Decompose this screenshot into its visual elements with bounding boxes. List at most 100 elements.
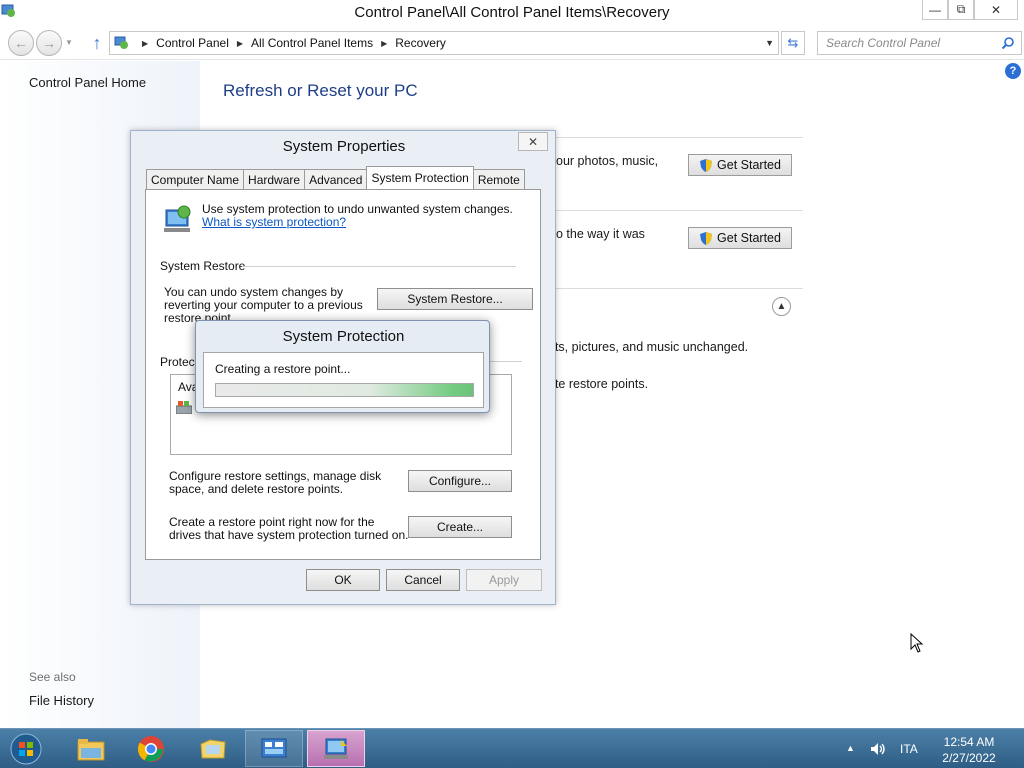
- group-divider: [242, 266, 516, 267]
- refresh-icon: ⇆: [787, 35, 799, 50]
- uac-shield-icon: [700, 158, 713, 172]
- file-history-link[interactable]: File History: [29, 693, 94, 708]
- input-language-indicator[interactable]: ITA: [900, 742, 918, 756]
- tab-hardware[interactable]: Hardware: [243, 169, 306, 189]
- breadcrumb-all-items[interactable]: All Control Panel Items: [251, 36, 373, 50]
- section-divider: [556, 210, 803, 211]
- back-button[interactable]: ←: [8, 30, 34, 56]
- taskbar: ▲ ITA 12:54 AM 2/27/2022: [0, 728, 1024, 768]
- intro-sentence: Use system protection to undo unwanted s…: [202, 202, 513, 216]
- restore-info-text: ete restore points.: [548, 377, 649, 391]
- intro-text: Use system protection to undo unwanted s…: [202, 203, 522, 229]
- reset-get-started-button[interactable]: Get Started: [688, 227, 792, 249]
- section-divider: [556, 137, 803, 138]
- clock-date: 2/27/2022: [942, 751, 996, 765]
- tab-advanced[interactable]: Advanced: [304, 169, 368, 189]
- navigation-bar: ← → ▼ ↑ ▶ Control Panel ▶ All Control Pa…: [0, 28, 1024, 60]
- see-also-heading: See also: [29, 670, 76, 684]
- help-icon[interactable]: ?: [1005, 63, 1021, 79]
- forward-button[interactable]: →: [36, 30, 62, 56]
- breadcrumb-control-panel[interactable]: Control Panel: [156, 36, 229, 50]
- close-button[interactable]: ✕: [974, 0, 1018, 20]
- chevron-right-icon[interactable]: ▶: [142, 39, 148, 48]
- chevron-right-icon[interactable]: ▶: [381, 39, 387, 48]
- back-arrow-icon: ←: [14, 35, 28, 51]
- chrome-icon: [137, 735, 164, 762]
- system-protection-progress-dialog: System Protection Creating a restore poi…: [195, 320, 490, 413]
- control-panel-icon: [114, 36, 128, 49]
- get-started-label: Get Started: [717, 231, 781, 245]
- window-titlebar: Control Panel\All Control Panel Items\Re…: [0, 0, 1024, 28]
- minimize-button[interactable]: —: [922, 0, 948, 20]
- ok-button[interactable]: OK: [306, 569, 380, 591]
- progress-dialog-title: System Protection: [282, 328, 405, 345]
- progress-bar-fill: [216, 384, 473, 396]
- up-arrow-icon: ↑: [92, 32, 102, 53]
- chevron-right-icon[interactable]: ▶: [237, 39, 243, 48]
- start-button[interactable]: [6, 731, 46, 767]
- restore-icon: ⧉: [956, 2, 966, 16]
- folder-icon: [200, 738, 226, 758]
- what-is-system-protection-link[interactable]: What is system protection?: [202, 215, 346, 229]
- system-properties-icon: [324, 738, 348, 759]
- maximize-button[interactable]: ⧉: [948, 0, 974, 20]
- show-hidden-icons-icon[interactable]: ▲: [846, 743, 855, 753]
- breadcrumb-recovery[interactable]: Recovery: [395, 36, 446, 50]
- minimize-icon: —: [929, 2, 941, 17]
- system-restore-button[interactable]: System Restore...: [377, 288, 533, 310]
- refresh-info-text: nts, pictures, and music unchanged.: [548, 340, 749, 354]
- window-title: Control Panel\All Control Panel Items\Re…: [354, 4, 670, 21]
- create-description: Create a restore point right now for the…: [169, 515, 409, 542]
- collapse-section-button[interactable]: ▲: [772, 297, 791, 316]
- reset-description: o the way it was: [556, 227, 645, 241]
- taskbar-chrome[interactable]: [122, 730, 180, 767]
- refresh-button[interactable]: ⇆: [781, 31, 805, 55]
- restore-point-progress-bar: [215, 383, 474, 397]
- control-panel-icon: [261, 738, 287, 757]
- taskbar-folder[interactable]: [184, 730, 242, 767]
- uac-shield-icon: [700, 231, 713, 245]
- taskbar-system-properties[interactable]: [307, 730, 365, 767]
- clock-time: 12:54 AM: [943, 735, 995, 749]
- apply-button[interactable]: Apply: [466, 569, 542, 591]
- system-clock[interactable]: 12:54 AM 2/27/2022: [939, 734, 999, 766]
- tab-computer-name[interactable]: Computer Name: [146, 169, 245, 189]
- dialog-title: System Properties: [282, 138, 406, 155]
- search-icon[interactable]: [1001, 36, 1015, 50]
- page-title: Refresh or Reset your PC: [223, 81, 418, 100]
- section-divider: [556, 288, 803, 289]
- tab-system-protection[interactable]: System Protection: [366, 166, 474, 189]
- tab-remote[interactable]: Remote: [472, 169, 525, 189]
- volume-icon[interactable]: [869, 740, 887, 758]
- windows-logo-icon: [10, 733, 42, 765]
- close-icon: ✕: [527, 134, 539, 149]
- chevron-up-icon: ▲: [776, 301, 787, 312]
- system-protection-icon: [164, 205, 191, 232]
- configure-button[interactable]: Configure...: [408, 470, 512, 492]
- progress-message: Creating a restore point...: [215, 362, 351, 376]
- cancel-button[interactable]: Cancel: [386, 569, 460, 591]
- forward-arrow-icon: →: [42, 35, 56, 51]
- refresh-description: our photos, music,: [556, 154, 659, 168]
- windows-drive-icon: [176, 401, 192, 414]
- address-bar[interactable]: ▶ Control Panel ▶ All Control Panel Item…: [109, 31, 779, 55]
- configure-description: Configure restore settings, manage disk …: [169, 469, 382, 496]
- search-placeholder: Search Control Panel: [826, 36, 941, 50]
- close-icon: ✕: [990, 2, 1002, 17]
- mouse-pointer-icon: [910, 633, 924, 653]
- create-restore-point-button[interactable]: Create...: [408, 516, 512, 538]
- dialog-tabs: Computer Name Hardware Advanced System P…: [146, 166, 525, 189]
- address-dropdown-icon[interactable]: ▼: [765, 38, 774, 48]
- file-explorer-icon: [77, 738, 105, 760]
- taskbar-control-panel[interactable]: [245, 730, 303, 767]
- system-restore-group-label: System Restore: [160, 259, 246, 273]
- dialog-close-button[interactable]: ✕: [518, 132, 548, 151]
- control-panel-home-link[interactable]: Control Panel Home: [29, 75, 146, 90]
- progress-dialog-body: Creating a restore point...: [203, 352, 484, 408]
- taskbar-file-explorer[interactable]: [62, 730, 120, 767]
- recent-pages-dropdown[interactable]: ▼: [65, 38, 73, 47]
- refresh-get-started-button[interactable]: Get Started: [688, 154, 792, 176]
- get-started-label: Get Started: [717, 158, 781, 172]
- up-button[interactable]: ↑: [88, 32, 106, 54]
- search-input[interactable]: Search Control Panel: [817, 31, 1022, 55]
